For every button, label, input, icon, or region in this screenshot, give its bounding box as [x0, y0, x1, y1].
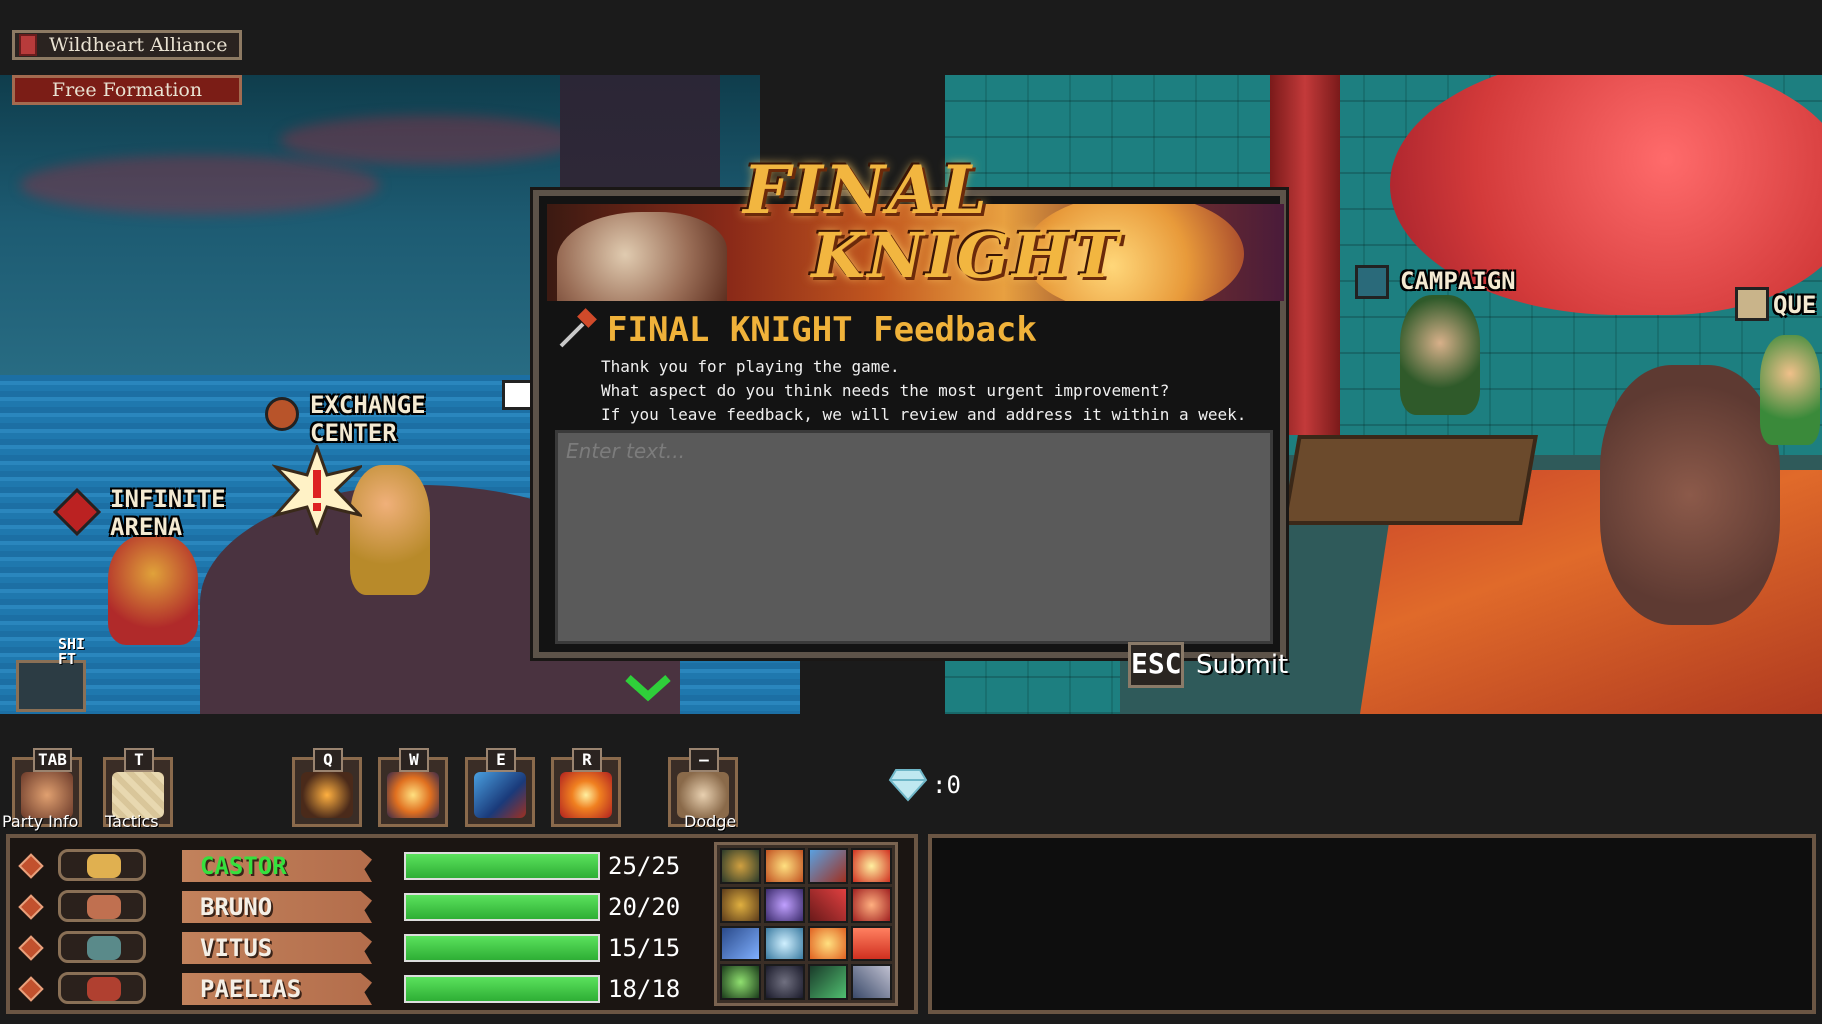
- key-e: E: [486, 748, 516, 772]
- ability-flare-icon[interactable]: [807, 925, 849, 962]
- quest-label[interactable]: QUE: [1773, 291, 1816, 319]
- hp-bar: [404, 934, 600, 962]
- ability-wind-icon[interactable]: [807, 964, 849, 1000]
- alliance-banner[interactable]: Wildheart Alliance: [12, 30, 242, 60]
- skill-q-button[interactable]: Q: [292, 748, 362, 827]
- ability-shatter-icon[interactable]: [763, 886, 805, 923]
- logo-line-1: FINAL: [743, 151, 989, 229]
- final-knight-logo: FINAL KNIGHT: [686, 155, 1126, 295]
- dialog-title-row: FINAL KNIGHT Feedback: [555, 308, 1037, 352]
- dialog-message-line: What aspect do you think needs the most …: [601, 381, 1170, 400]
- hammer-icon: [559, 308, 597, 348]
- dialog-title: FINAL KNIGHT Feedback: [607, 310, 1037, 350]
- logo-line-2: KNIGHT: [811, 219, 1121, 292]
- ability-grid: [714, 842, 898, 1006]
- campaign-npc[interactable]: [1400, 295, 1480, 415]
- speech-bubble-icon: [502, 380, 536, 410]
- hp-bar: [404, 893, 600, 921]
- fire-burst-icon: [387, 772, 439, 818]
- ability-explosion-icon[interactable]: [851, 886, 892, 923]
- hp-value: 25/25: [608, 852, 681, 880]
- dialog-message-line: Thank you for playing the game.: [601, 357, 900, 376]
- exchange-npc[interactable]: [350, 465, 430, 595]
- key-space: —: [689, 748, 719, 772]
- ability-shadow-icon[interactable]: [763, 964, 805, 1000]
- tactics-label: Tactics: [105, 812, 159, 831]
- status-gem-icon: [18, 935, 44, 961]
- bruno-portrait: [58, 890, 146, 922]
- ability-blaze-icon[interactable]: [851, 925, 892, 962]
- party-member-name: VITUS: [200, 934, 273, 962]
- key-r: R: [572, 748, 602, 772]
- hp-bar: [404, 975, 600, 1003]
- key-t: T: [124, 748, 154, 772]
- dodge-label: Dodge: [684, 812, 737, 831]
- feedback-text-input[interactable]: [555, 430, 1273, 644]
- ability-blades-icon[interactable]: [851, 964, 892, 1000]
- info-panel: [928, 834, 1816, 1014]
- red-mist: [20, 155, 380, 215]
- esc-key-button[interactable]: ESC: [1128, 642, 1184, 688]
- ability-spear-icon[interactable]: [720, 925, 761, 962]
- fireball-icon: [560, 772, 612, 818]
- status-gem-icon: [18, 976, 44, 1002]
- castor-portrait: [58, 849, 146, 881]
- gem-counter: :0: [888, 768, 961, 802]
- submit-button[interactable]: Submit: [1196, 650, 1288, 680]
- campaign-label[interactable]: CAMPAIGN: [1400, 267, 1516, 295]
- status-gem-icon: [18, 894, 44, 920]
- ability-ice-icon[interactable]: [763, 925, 805, 962]
- alliance-name: Wildheart Alliance: [49, 34, 228, 56]
- ability-crescent-icon[interactable]: [720, 964, 761, 1000]
- skill-e-button[interactable]: E: [465, 748, 535, 827]
- campaign-map-table[interactable]: [1282, 435, 1538, 525]
- paelias-portrait: [58, 972, 146, 1004]
- twisted-tree: [1600, 365, 1780, 625]
- quest-scroll-icon: [1735, 287, 1769, 321]
- hp-bar: [404, 852, 600, 880]
- hp-value: 15/15: [608, 934, 681, 962]
- hp-value: 20/20: [608, 893, 681, 921]
- ability-burst-icon[interactable]: [763, 848, 805, 884]
- party-member-name: BRUNO: [200, 893, 273, 921]
- gem-count: :0: [932, 771, 961, 799]
- ice-slash-icon: [474, 772, 526, 818]
- red-mist: [280, 115, 580, 165]
- exchange-center-label[interactable]: EXCHANGE CENTER: [310, 391, 426, 447]
- exclamation-burst-icon: [272, 445, 362, 535]
- party-info-label: Party Info: [2, 812, 79, 831]
- key-w: W: [399, 748, 429, 772]
- arena-npc[interactable]: [108, 535, 198, 645]
- vitus-portrait: [58, 931, 146, 963]
- diamond-icon: [888, 769, 928, 802]
- dialog-message-line: If you leave feedback, we will review an…: [601, 405, 1247, 424]
- campaign-flag-icon: [1355, 265, 1389, 299]
- shift-key-label: SHI FT: [58, 635, 86, 668]
- ability-slash-icon[interactable]: [720, 848, 761, 884]
- key-q: Q: [313, 748, 343, 772]
- ability-fire-icon[interactable]: [851, 848, 892, 884]
- formation-button[interactable]: Free Formation: [12, 75, 242, 105]
- party-member-name: PAELIAS: [200, 975, 302, 1003]
- skill-r-button[interactable]: R: [551, 748, 621, 827]
- chevron-down-icon[interactable]: [622, 672, 674, 702]
- quest-npc[interactable]: [1760, 335, 1820, 445]
- party-member-name: CASTOR: [200, 852, 287, 880]
- hp-value: 18/18: [608, 975, 681, 1003]
- status-gem-icon: [18, 853, 44, 879]
- infinite-arena-label[interactable]: INFINITE ARENA: [110, 485, 226, 541]
- ability-claw-icon[interactable]: [807, 886, 849, 923]
- ability-strike-icon[interactable]: [807, 848, 849, 884]
- skill-w-button[interactable]: W: [378, 748, 448, 827]
- key-tab: TAB: [33, 748, 72, 772]
- formation-label: Free Formation: [51, 79, 203, 101]
- flame-sword-icon: [301, 772, 353, 818]
- banner-flag-icon: [19, 34, 37, 56]
- ability-roar-icon[interactable]: [720, 886, 761, 923]
- money-bag-icon: [265, 397, 299, 431]
